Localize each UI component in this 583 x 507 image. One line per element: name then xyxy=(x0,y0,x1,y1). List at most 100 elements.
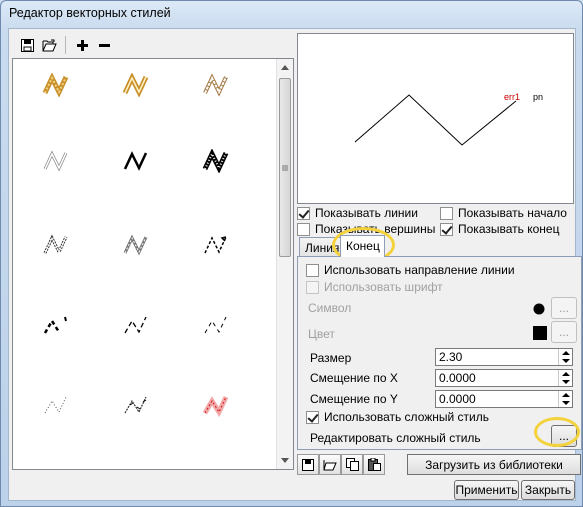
spinner-arrows[interactable] xyxy=(558,391,572,407)
symbol-dot-icon xyxy=(533,303,545,315)
chevron-down-icon xyxy=(281,458,289,463)
style-list-scrollbar[interactable] xyxy=(276,59,293,469)
use-font-checkbox[interactable]: Использовать шрифт xyxy=(306,279,443,295)
checkbox-label: Использовать направление линии xyxy=(324,263,515,277)
paste-icon xyxy=(367,458,381,471)
checkbox-box xyxy=(297,206,310,220)
tab-line[interactable]: Линия xyxy=(299,237,343,257)
style-item[interactable] xyxy=(201,148,241,177)
button-label: ... xyxy=(558,325,569,339)
open-icon xyxy=(42,39,57,51)
open-button[interactable] xyxy=(39,35,59,55)
style-preview: err1 pn xyxy=(297,33,574,204)
save-button[interactable] xyxy=(17,35,37,55)
show-lines-checkbox[interactable]: Показывать линии xyxy=(297,205,418,221)
style-item[interactable] xyxy=(41,149,81,177)
save-library-button[interactable] xyxy=(297,454,319,475)
button-label: Загрузить из библиотеки xyxy=(425,457,563,472)
button-label: Закрыть xyxy=(524,483,572,497)
plus-icon xyxy=(76,39,88,51)
library-toolbar: Загрузить из библиотеки xyxy=(297,454,582,476)
preview-pn-label: pn xyxy=(533,92,544,102)
offset-y-value: 0.0000 xyxy=(439,392,476,406)
save-icon xyxy=(20,38,34,52)
style-item[interactable] xyxy=(41,233,81,261)
checkbox-box xyxy=(440,206,453,220)
offset-y-spinner[interactable]: 0.0000 xyxy=(435,390,573,408)
style-item[interactable] xyxy=(121,72,161,101)
style-item[interactable] xyxy=(41,393,81,421)
style-grid xyxy=(13,59,278,469)
preview-end-label: err1 xyxy=(504,92,521,102)
offset-x-value: 0.0000 xyxy=(439,371,476,385)
spinner-arrows[interactable] xyxy=(558,349,572,365)
checkbox-box xyxy=(440,222,453,236)
checkbox-label: Показывать начало xyxy=(458,206,567,220)
open-library-button[interactable] xyxy=(319,454,341,475)
close-button[interactable]: Закрыть xyxy=(521,480,575,500)
size-spinner[interactable]: 2.30 xyxy=(435,348,573,366)
scroll-thumb[interactable] xyxy=(279,78,291,257)
offset-x-label: Смещение по X xyxy=(310,371,398,385)
grip-icon xyxy=(282,165,288,171)
tab-label: Линия xyxy=(305,241,340,255)
symbol-label: Символ xyxy=(308,301,352,315)
minus-icon xyxy=(98,43,110,47)
checkbox-label: Использовать шрифт xyxy=(324,280,443,294)
vector-style-editor-window: Редактор векторных стилей err1 pn Показы… xyxy=(0,0,583,507)
style-item[interactable] xyxy=(201,73,241,101)
apply-button[interactable]: Применить xyxy=(454,480,519,500)
style-item[interactable] xyxy=(121,313,161,341)
color-swatch xyxy=(533,326,547,340)
style-item[interactable] xyxy=(41,72,81,101)
show-start-checkbox[interactable]: Показывать начало xyxy=(440,205,567,221)
button-label: ... xyxy=(558,301,569,315)
button-label: ... xyxy=(558,429,569,443)
toolbar-separator xyxy=(65,36,66,54)
client-area: err1 pn Показывать линии Показывать нача… xyxy=(8,28,582,501)
checkbox-box xyxy=(306,410,319,424)
style-item[interactable] xyxy=(41,313,81,341)
toolbar xyxy=(17,35,116,55)
offset-y-label: Смещение по Y xyxy=(310,392,398,406)
use-direction-checkbox[interactable]: Использовать направление линии xyxy=(306,262,515,278)
chevron-up-icon xyxy=(281,65,289,70)
edit-complex-style-button[interactable]: ... xyxy=(551,425,577,447)
checkbox-label: Использовать сложный стиль xyxy=(324,410,490,424)
checkbox-label: Показывать линии xyxy=(315,206,418,220)
end-tab-panel: Использовать направление линии Использов… xyxy=(297,256,582,450)
use-complex-style-checkbox[interactable]: Использовать сложный стиль xyxy=(306,409,489,425)
save-icon xyxy=(302,458,314,471)
style-item[interactable] xyxy=(201,233,241,261)
tab-end[interactable]: Конец xyxy=(340,235,385,257)
scroll-up-button[interactable] xyxy=(277,59,293,76)
button-label: Применить xyxy=(455,483,518,497)
checkbox-box xyxy=(297,222,310,236)
offset-x-spinner[interactable]: 0.0000 xyxy=(435,369,573,387)
paste-button[interactable] xyxy=(363,454,385,475)
open-icon xyxy=(323,459,337,470)
scroll-down-button[interactable] xyxy=(277,452,293,469)
edit-complex-style-label: Редактировать сложный стиль xyxy=(310,431,481,445)
style-item[interactable] xyxy=(121,393,161,421)
style-item[interactable] xyxy=(121,149,161,177)
symbol-browse-button[interactable]: ... xyxy=(551,297,577,319)
tab-label: Конец xyxy=(346,239,380,253)
checkbox-label: Показывать вершины xyxy=(315,222,436,236)
color-browse-button[interactable]: ... xyxy=(551,321,577,343)
load-from-library-button[interactable]: Загрузить из библиотеки xyxy=(407,454,581,475)
copy-icon xyxy=(345,458,359,471)
size-value: 2.30 xyxy=(439,350,463,364)
checkbox-label: Показывать конец xyxy=(458,222,560,236)
show-end-checkbox[interactable]: Показывать конец xyxy=(440,221,559,237)
remove-style-button[interactable] xyxy=(94,35,114,55)
copy-button[interactable] xyxy=(341,454,363,475)
window-title: Редактор векторных стилей xyxy=(9,6,171,20)
title-bar: Редактор векторных стилей xyxy=(1,1,582,27)
spinner-arrows[interactable] xyxy=(558,370,572,386)
add-style-button[interactable] xyxy=(72,35,92,55)
style-list[interactable] xyxy=(12,58,294,470)
style-item[interactable] xyxy=(201,393,241,421)
style-item[interactable] xyxy=(121,233,161,261)
style-item[interactable] xyxy=(201,313,241,341)
